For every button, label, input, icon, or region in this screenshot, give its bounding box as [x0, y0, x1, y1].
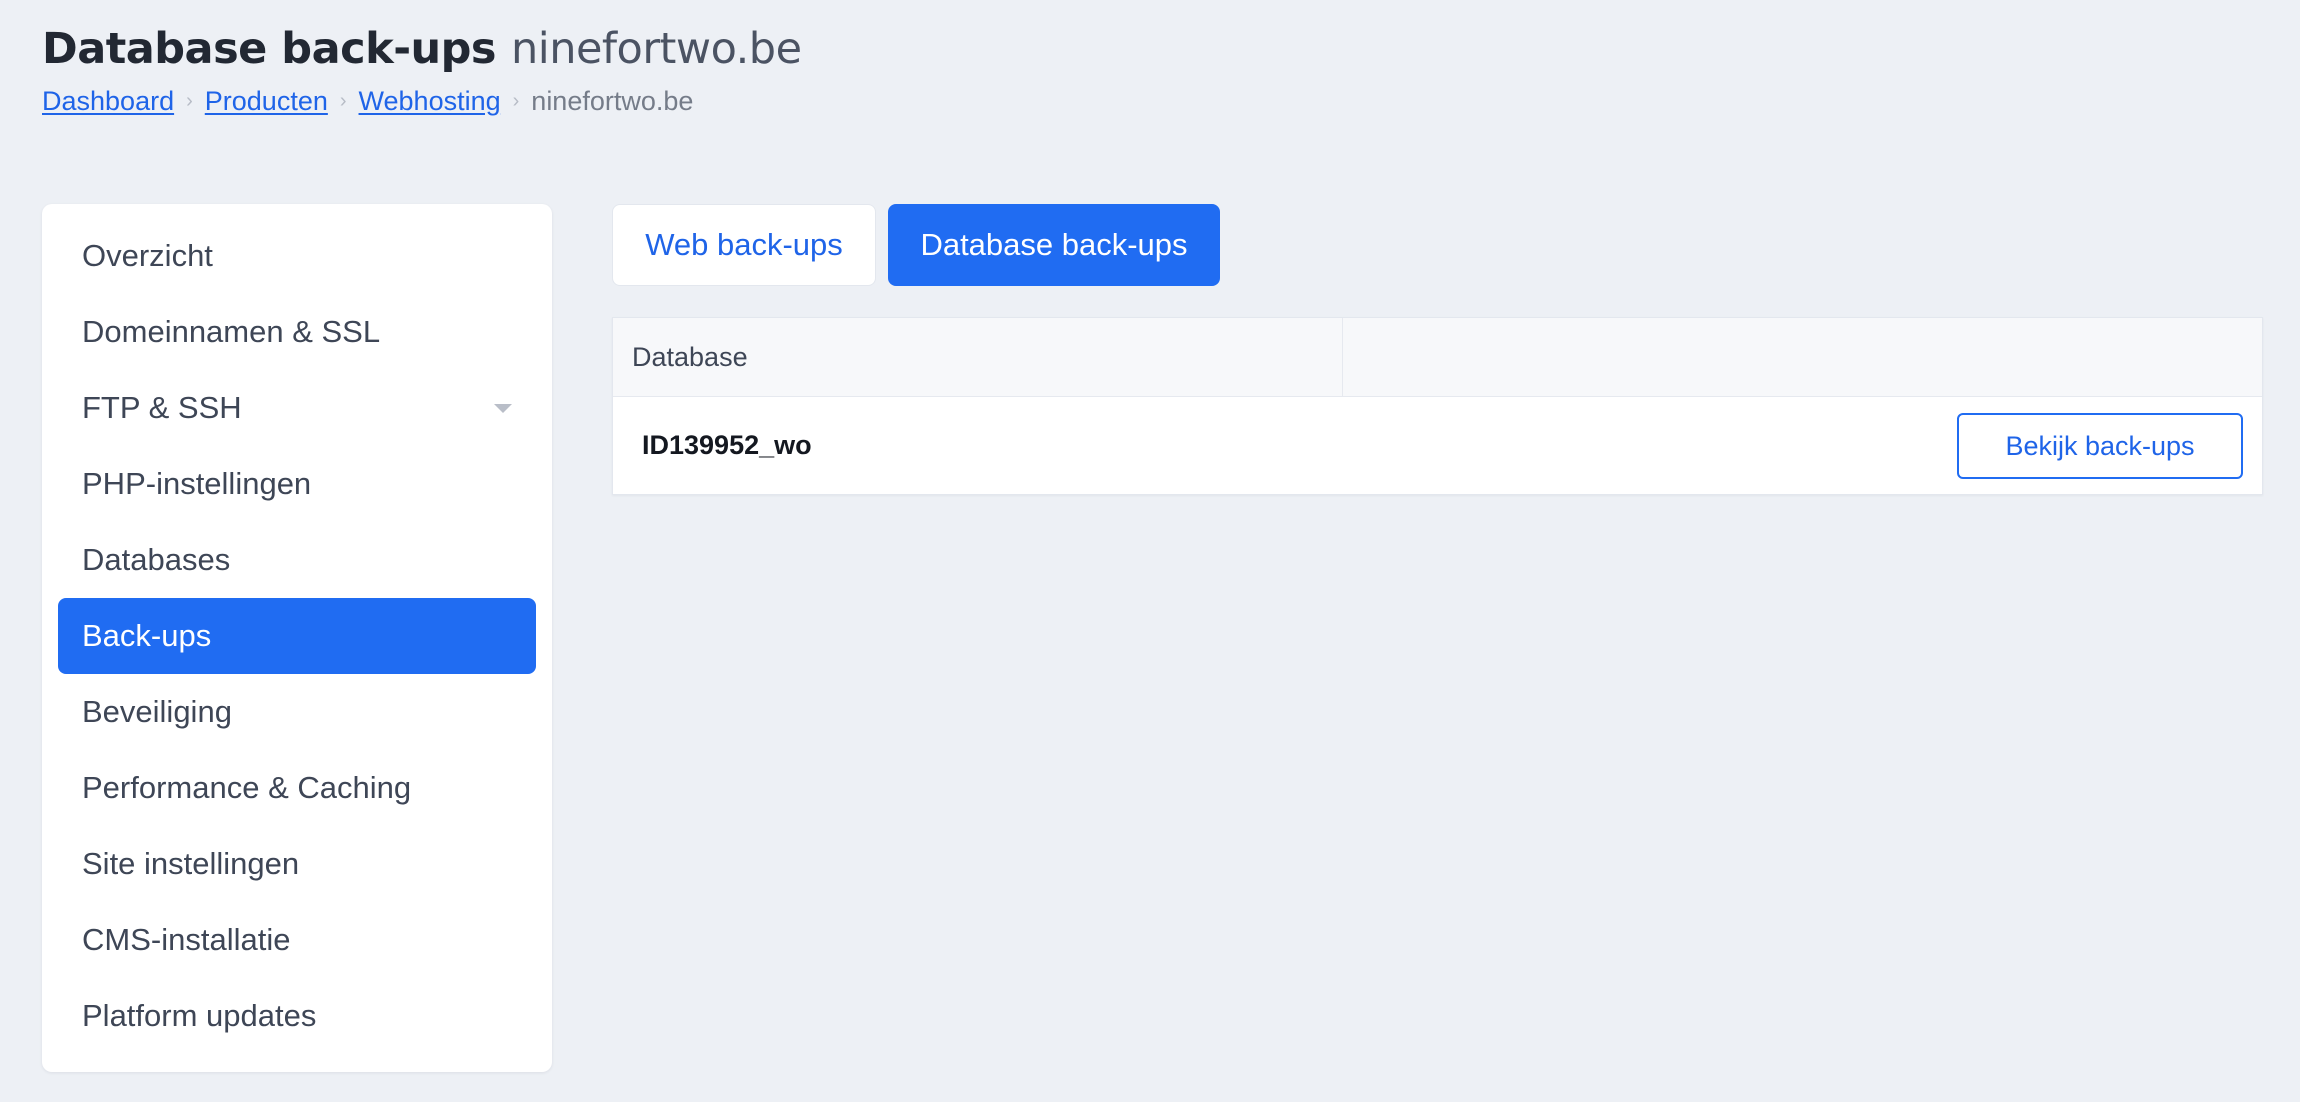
- breadcrumb-separator-icon: ›: [512, 90, 520, 112]
- sidebar-item-label: Performance & Caching: [82, 770, 412, 805]
- sidebar-item-platform-updates[interactable]: Platform updates: [58, 978, 536, 1054]
- chevron-down-icon[interactable]: [494, 404, 512, 413]
- sidebar-item-beveiliging[interactable]: Beveiliging: [58, 674, 536, 750]
- sidebar-item-label: Platform updates: [82, 998, 317, 1033]
- tab-web-back-ups[interactable]: Web back-ups: [612, 204, 876, 286]
- database-name: ID139952_wo: [642, 430, 812, 460]
- sidebar-item-domeinnamen-ssl[interactable]: Domeinnamen & SSL: [58, 294, 536, 370]
- tab-database-back-ups[interactable]: Database back-ups: [888, 204, 1220, 286]
- breadcrumb-link-dashboard[interactable]: Dashboard: [42, 83, 174, 119]
- sidebar-item-back-ups[interactable]: Back-ups: [58, 598, 536, 674]
- table-row: ID139952_wo Bekijk back-ups: [613, 397, 2262, 494]
- sidebar-item-label: Site instellingen: [82, 846, 300, 881]
- sidebar-item-label: Domeinnamen & SSL: [82, 314, 381, 349]
- breadcrumb: Dashboard › Producten › Webhosting › nin…: [42, 83, 802, 119]
- sidebar-item-databases[interactable]: Databases: [58, 522, 536, 598]
- sidebar-item-overzicht[interactable]: Overzicht: [58, 218, 536, 294]
- sidebar-item-label: FTP & SSH: [82, 390, 242, 425]
- sidebar-item-cms-installatie[interactable]: CMS-installatie: [58, 902, 536, 978]
- backup-type-tabs: Web back-ups Database back-ups: [612, 204, 1220, 286]
- sidebar-item-label: PHP-instellingen: [82, 466, 312, 501]
- page-title-domain: ninefortwo.be: [511, 24, 802, 74]
- view-backups-button[interactable]: Bekijk back-ups: [1957, 413, 2243, 479]
- breadcrumb-separator-icon: ›: [339, 90, 347, 112]
- sidebar-item-ftp-ssh[interactable]: FTP & SSH: [58, 370, 536, 446]
- sidebar-item-site-instellingen[interactable]: Site instellingen: [58, 826, 536, 902]
- sidebar-item-label: CMS-installatie: [82, 922, 291, 957]
- database-table: Database ID139952_wo Bekijk back-ups: [612, 317, 2263, 495]
- page-header: Database back-ups ninefortwo.be Dashboar…: [42, 20, 802, 119]
- sidebar-item-label: Beveiliging: [82, 694, 232, 729]
- breadcrumb-current: ninefortwo.be: [531, 86, 694, 116]
- breadcrumb-link-producten[interactable]: Producten: [205, 83, 328, 119]
- page-title: Database back-ups ninefortwo.be: [42, 20, 802, 78]
- sidebar-item-performance-caching[interactable]: Performance & Caching: [58, 750, 536, 826]
- breadcrumb-separator-icon: ›: [186, 90, 193, 112]
- breadcrumb-link-webhosting[interactable]: Webhosting: [359, 83, 501, 119]
- sidebar-item-php-instellingen[interactable]: PHP-instellingen: [58, 446, 536, 522]
- sidebar: Overzicht Domeinnamen & SSL FTP & SSH PH…: [42, 204, 552, 1072]
- column-header-database: Database: [613, 318, 1343, 396]
- page-title-main: Database back-ups: [42, 24, 497, 74]
- sidebar-item-label: Back-ups: [82, 618, 212, 653]
- table-header: Database: [613, 318, 2262, 397]
- column-header-actions: [1343, 318, 2262, 396]
- sidebar-item-label: Databases: [82, 542, 231, 577]
- sidebar-item-label: Overzicht: [82, 238, 213, 273]
